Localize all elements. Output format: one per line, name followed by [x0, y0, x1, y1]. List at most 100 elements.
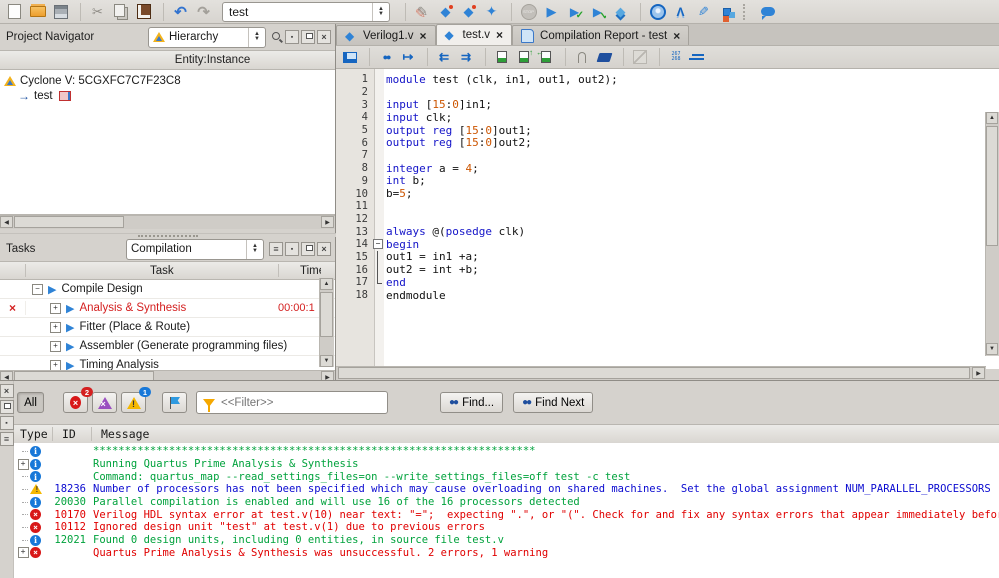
- syntax-off-icon[interactable]: [630, 48, 650, 67]
- combo-spinner-icon[interactable]: ▲▼: [248, 28, 265, 47]
- tab-verilog1-v[interactable]: Verilog1.v×: [336, 25, 436, 45]
- scroll-up-icon[interactable]: ▲: [320, 278, 333, 290]
- cut-icon[interactable]: [87, 2, 108, 22]
- fold-marker-icon[interactable]: [368, 251, 384, 264]
- redo-icon[interactable]: [193, 2, 214, 22]
- close-tab-icon[interactable]: ×: [673, 29, 680, 43]
- float-icon[interactable]: [301, 242, 315, 256]
- close-icon[interactable]: [317, 242, 331, 256]
- menu-icon[interactable]: [269, 242, 283, 256]
- assignment-editor-icon[interactable]: [458, 2, 479, 22]
- code-line[interactable]: 1module test (clk, in1, out1, out2);: [336, 73, 999, 86]
- search-icon[interactable]: [271, 31, 283, 43]
- expand-icon[interactable]: +: [50, 322, 61, 333]
- navigator-view-combo[interactable]: Hierarchy ▲▼: [148, 27, 266, 48]
- programmer-icon[interactable]: [716, 2, 737, 22]
- code-line[interactable]: 13always @(posedge clk): [336, 225, 999, 238]
- tree-item[interactable]: Cyclone V: 5CGXFC7C7F23C8: [0, 73, 335, 88]
- save-icon[interactable]: [50, 2, 71, 22]
- task-row[interactable]: ×+▶Analysis & Synthesis00:00:1: [0, 299, 335, 318]
- current-file-icon[interactable]: [340, 48, 360, 67]
- find-icon[interactable]: [376, 48, 396, 67]
- message-branch[interactable]: +: [14, 459, 30, 470]
- open-project-icon[interactable]: [27, 2, 48, 22]
- message-row[interactable]: 18236Number of processors has not been s…: [14, 483, 999, 496]
- code-editor[interactable]: 1module test (clk, in1, out1, out2);23in…: [336, 69, 999, 369]
- bookmark-prev-icon[interactable]: [536, 48, 556, 67]
- code-line[interactable]: 18endmodule: [336, 289, 999, 302]
- tab-test-v[interactable]: test.v×: [436, 24, 513, 45]
- expand-icon[interactable]: +: [50, 303, 61, 314]
- filter-all-button[interactable]: All: [17, 392, 44, 413]
- fold-marker-icon[interactable]: [368, 263, 384, 276]
- code-line[interactable]: 11: [336, 200, 999, 213]
- scroll-left-icon[interactable]: ◀: [0, 216, 13, 228]
- code-line[interactable]: 8integer a = 4;: [336, 162, 999, 175]
- message-row[interactable]: i20030Parallel compilation is enabled an…: [14, 496, 999, 509]
- message-row[interactable]: iCommand: quartus_map --read_settings_fi…: [14, 470, 999, 483]
- start-partial-icon[interactable]: [587, 2, 608, 22]
- expand-icon[interactable]: +: [18, 547, 29, 558]
- close-tab-icon[interactable]: ×: [496, 28, 503, 42]
- filter-flagged-button[interactable]: [162, 392, 187, 413]
- toolbar-handle[interactable]: [743, 4, 751, 20]
- navigator-hscrollbar[interactable]: ◀ ▶: [0, 215, 335, 229]
- timing-analyzer-icon[interactable]: [647, 2, 668, 22]
- code-line[interactable]: 3input [15:0]in1;: [336, 98, 999, 111]
- code-line[interactable]: 17end: [336, 276, 999, 289]
- pin-icon[interactable]: [285, 242, 299, 256]
- tab-compilation-report-test[interactable]: Compilation Report - test×: [512, 25, 689, 45]
- wrap-icon[interactable]: [688, 48, 708, 67]
- copy-icon[interactable]: [110, 2, 131, 22]
- task-row[interactable]: +▶Assembler (Generate programming files): [0, 337, 335, 356]
- find-button[interactable]: Find...: [440, 392, 503, 413]
- scroll-down-icon[interactable]: ▼: [986, 343, 998, 355]
- settings-icon[interactable]: [435, 2, 456, 22]
- combo-spinner-icon[interactable]: ▲▼: [372, 3, 389, 21]
- expand-icon[interactable]: +: [18, 459, 29, 470]
- code-line[interactable]: 15out1 = in1 +a;: [336, 251, 999, 264]
- find-next-button[interactable]: Find Next: [513, 392, 593, 413]
- close-tab-icon[interactable]: ×: [420, 29, 427, 43]
- indent-inc-icon[interactable]: [456, 48, 476, 67]
- message-row[interactable]: i***************************************…: [14, 445, 999, 458]
- message-row[interactable]: +×Quartus Prime Analysis & Synthesis was…: [14, 547, 999, 560]
- code-line[interactable]: 2: [336, 86, 999, 99]
- code-line[interactable]: 12: [336, 213, 999, 226]
- code-line[interactable]: 9int b;: [336, 175, 999, 188]
- bookmark-icon[interactable]: [492, 48, 512, 67]
- editor-hscrollbar[interactable]: ▶: [336, 366, 986, 380]
- message-row[interactable]: +iRunning Quartus Prime Analysis & Synth…: [14, 458, 999, 471]
- scroll-thumb[interactable]: [986, 126, 998, 246]
- expand-icon[interactable]: −: [32, 284, 43, 295]
- goto-icon[interactable]: [398, 48, 418, 67]
- close-icon[interactable]: [0, 384, 14, 398]
- bookmark-next-icon[interactable]: [514, 48, 534, 67]
- message-row[interactable]: ×10112Ignored design unit "test" at test…: [14, 521, 999, 534]
- indent-dec-icon[interactable]: [434, 48, 454, 67]
- line-numbers-icon[interactable]: 267 268: [666, 48, 686, 67]
- start-compilation-icon[interactable]: [541, 2, 562, 22]
- code-line[interactable]: 7: [336, 149, 999, 162]
- pin-icon[interactable]: [285, 30, 299, 44]
- scroll-thumb[interactable]: [320, 292, 333, 337]
- task-row[interactable]: −▶Compile Design: [0, 280, 335, 299]
- code-line[interactable]: 10b=5;: [336, 187, 999, 200]
- eco-icon[interactable]: [693, 2, 714, 22]
- paste-icon[interactable]: [133, 2, 154, 22]
- code-line[interactable]: 14begin: [336, 238, 999, 251]
- undo-icon[interactable]: [170, 2, 191, 22]
- fold-marker-icon[interactable]: [368, 276, 384, 289]
- expand-icon[interactable]: +: [50, 360, 61, 371]
- new-assignment-icon[interactable]: [412, 2, 433, 22]
- scroll-right-icon[interactable]: ▶: [321, 216, 334, 228]
- close-icon[interactable]: [317, 30, 331, 44]
- stop-icon[interactable]: [518, 2, 539, 22]
- filter-warnings-button[interactable]: 1: [121, 392, 146, 413]
- scroll-down-icon[interactable]: ▼: [320, 355, 333, 367]
- tasks-flow-combo[interactable]: Compilation ▲▼: [126, 239, 264, 260]
- code-line[interactable]: 5output reg [15:0]out1;: [336, 124, 999, 137]
- message-row[interactable]: ×10170Verilog HDL syntax error at test.v…: [14, 508, 999, 521]
- editor-vscrollbar[interactable]: ▲ ▼: [985, 112, 999, 356]
- expand-icon[interactable]: +: [50, 341, 61, 352]
